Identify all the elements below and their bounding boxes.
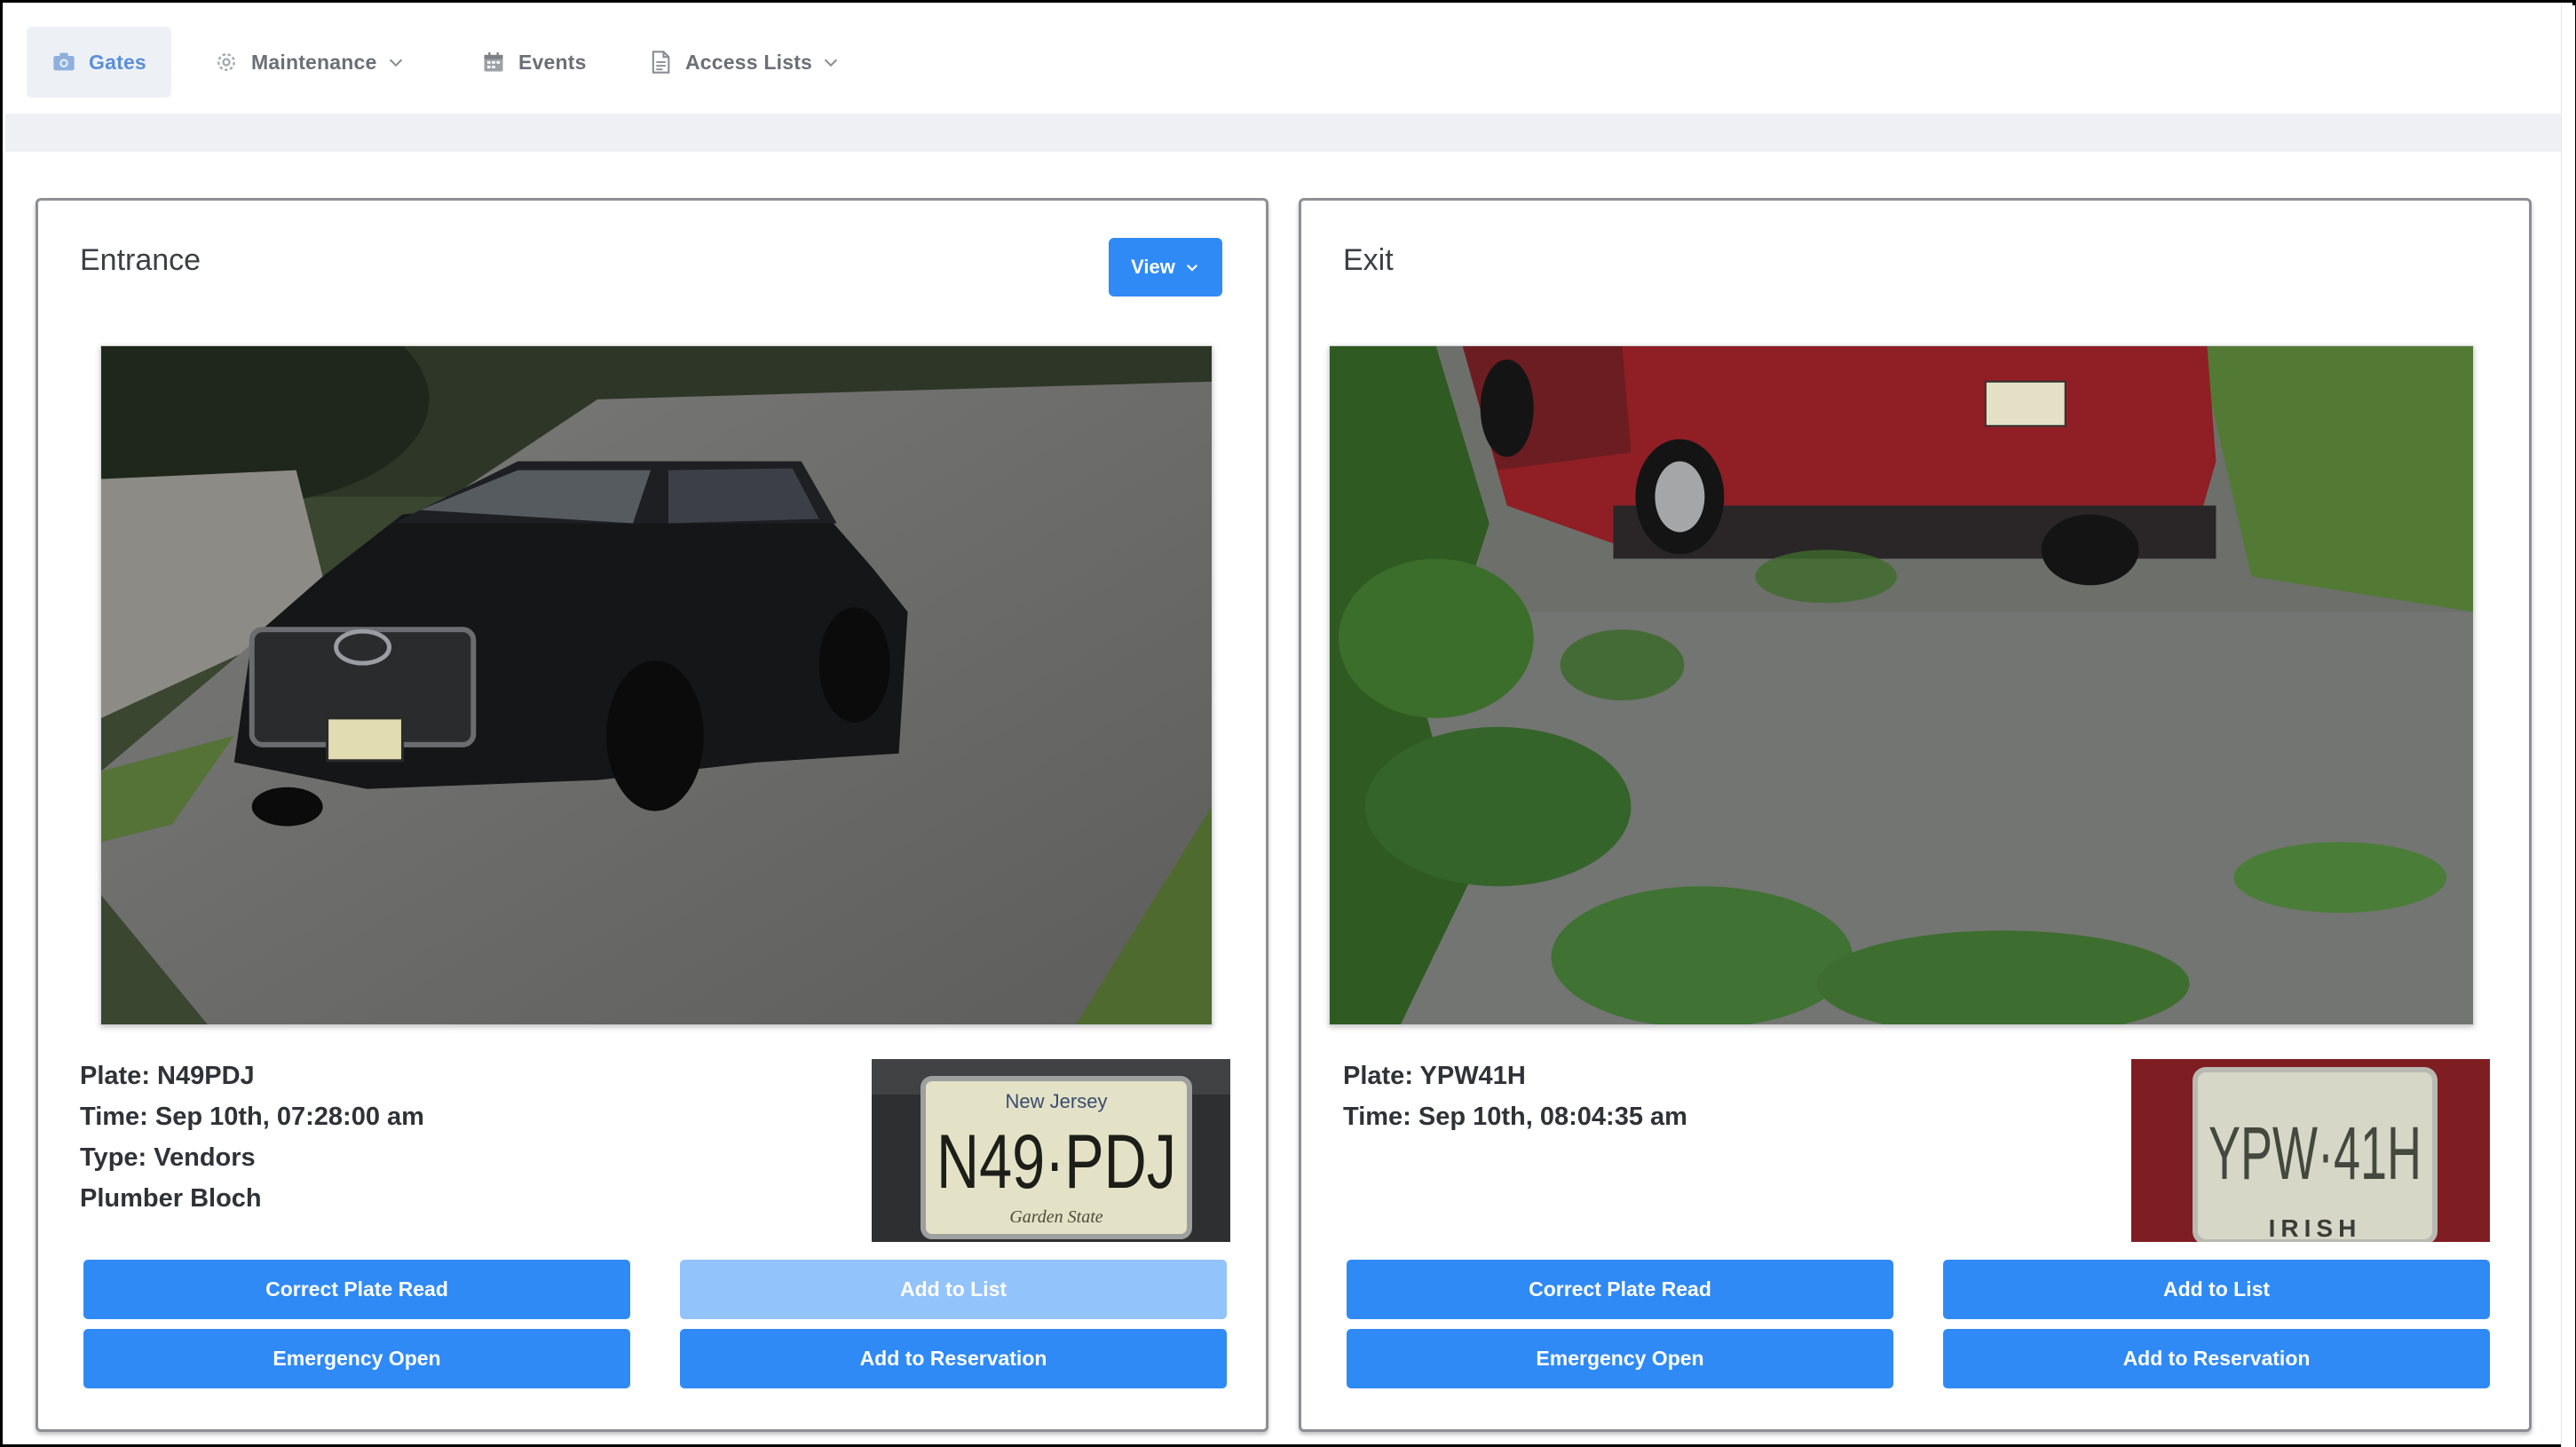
add-to-reservation-button[interactable]: Add to Reservation: [680, 1329, 1227, 1388]
entrance-plate-info: Plate: N49PDJ Time: Sep 10th, 07:28:00 a…: [80, 1056, 424, 1219]
document-icon: [648, 50, 673, 75]
nav-gates[interactable]: Gates: [27, 27, 171, 98]
entrance-plate-crop-image[interactable]: New Jersey N49·PDJ Garden State: [872, 1059, 1230, 1242]
calendar-icon: [481, 50, 506, 75]
top-navbar: Gates Maintenance Events Access Lists: [5, 5, 2561, 114]
exit-plate-info: Plate: YPW41H Time: Sep 10th, 08:04:35 a…: [1343, 1056, 1687, 1137]
correct-plate-read-button[interactable]: Correct Plate Read: [83, 1260, 630, 1319]
plate-text: Plate: YPW41H: [1343, 1062, 1526, 1090]
camera-icon: [51, 50, 76, 75]
nav-gates-label: Gates: [89, 50, 146, 74]
nav-access-lists[interactable]: Access Lists: [648, 27, 841, 98]
card-title: Exit: [1343, 243, 1394, 277]
chevron-down-icon: [1186, 264, 1197, 272]
type-text: Type: Vendors: [80, 1143, 256, 1172]
add-to-list-button[interactable]: Add to List: [680, 1260, 1227, 1319]
chevron-down-icon: [386, 52, 406, 72]
nav-maintenance[interactable]: Maintenance: [214, 27, 406, 98]
plate-crop-number: N49·PDJ: [936, 1119, 1176, 1205]
plate-text: Plate: N49PDJ: [80, 1062, 255, 1090]
plate-crop-number: YPW·41H: [2209, 1111, 2422, 1195]
view-dropdown-button[interactable]: View: [1109, 238, 1222, 297]
card-title: Entrance: [80, 243, 201, 277]
correct-plate-read-button[interactable]: Correct Plate Read: [1347, 1260, 1893, 1319]
nav-events-label: Events: [518, 50, 587, 74]
chevron-down-icon: [821, 52, 841, 72]
entrance-card: Entrance View Plate: N49PDJ Time: Sep 10…: [36, 198, 1268, 1432]
entrance-camera-image[interactable]: [100, 345, 1213, 1025]
plate-bottom-text: IRISH: [2269, 1214, 2362, 1242]
view-button-label: View: [1131, 256, 1175, 278]
emergency-open-button[interactable]: Emergency Open: [83, 1329, 630, 1388]
nav-maintenance-label: Maintenance: [251, 50, 377, 74]
app-window: Gates Maintenance Events Access Lists En…: [0, 0, 2576, 1447]
exit-camera-image[interactable]: [1329, 345, 2474, 1025]
exit-plate-crop-image[interactable]: YPW·41H IRISH: [2131, 1059, 2490, 1242]
nav-access-lists-label: Access Lists: [685, 50, 813, 74]
note-text: Plumber Bloch: [80, 1184, 262, 1213]
time-text: Time: Sep 10th, 08:04:35 am: [1343, 1103, 1687, 1131]
exit-card: Exit Plate: YPW41H Time: Sep 10th, 08:04…: [1299, 198, 2532, 1432]
plate-state: New Jersey: [1006, 1090, 1108, 1112]
gear-icon: [214, 50, 239, 75]
nav-events[interactable]: Events: [481, 27, 587, 98]
add-to-list-button[interactable]: Add to List: [1943, 1260, 2490, 1319]
page-subheader: [5, 114, 2561, 152]
emergency-open-button[interactable]: Emergency Open: [1347, 1329, 1893, 1388]
scrollbar[interactable]: [2561, 5, 2575, 1447]
add-to-reservation-button[interactable]: Add to Reservation: [1943, 1329, 2490, 1388]
plate-motto: Garden State: [1009, 1207, 1102, 1227]
time-text: Time: Sep 10th, 07:28:00 am: [80, 1103, 424, 1131]
